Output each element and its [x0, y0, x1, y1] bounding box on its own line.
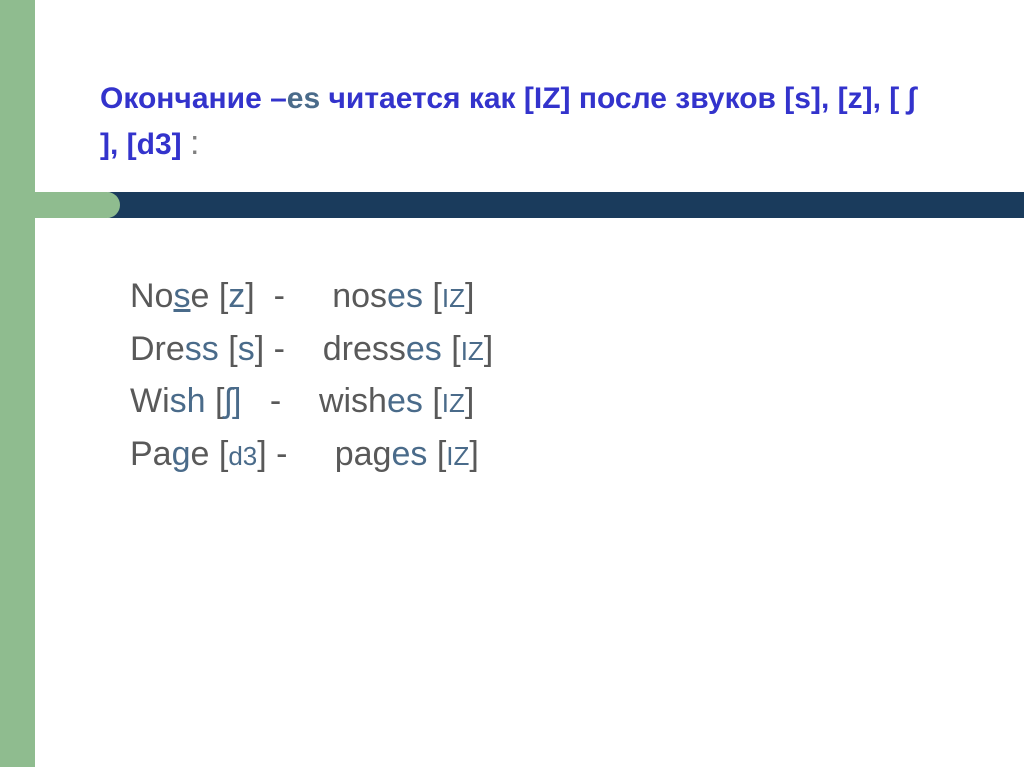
word-highlight: g [172, 435, 191, 473]
sound: s [238, 330, 255, 368]
plural-sound-open: [ [423, 277, 442, 315]
title-es: es [287, 82, 320, 115]
plural-sound: IZ [461, 336, 484, 366]
word-pre: Wi [130, 382, 170, 420]
sound-open: [ [209, 277, 228, 315]
word-highlight: s [173, 277, 190, 315]
title-dash: – [270, 82, 287, 115]
word-post: e [190, 277, 209, 315]
plural-suffix: es [387, 277, 423, 315]
plural-sound-close: ] [465, 382, 474, 420]
content-body: Nose [z] - noses [IZ] Dress [s] - dresse… [130, 270, 493, 481]
slide-title: Окончание –es читается как [IZ] после зв… [100, 78, 940, 168]
word-pre: Pa [130, 435, 172, 473]
plural-suffix: es [391, 435, 427, 473]
plural-pre: dress [323, 330, 406, 368]
example-row: Nose [z] - noses [IZ] [130, 270, 493, 323]
sound-close: ] [255, 330, 264, 368]
sound: ʃ] [224, 382, 241, 420]
example-row: Wish [ʃ] - wishes [IZ] [130, 375, 493, 428]
accent-bar-green [0, 192, 120, 218]
plural-sound-close: ] [465, 277, 474, 315]
separator: - [264, 330, 323, 368]
plural-sound: IZ [446, 441, 469, 471]
word-pre: No [130, 277, 173, 315]
word-highlight: ss [185, 330, 219, 368]
plural-pre: pag [335, 435, 392, 473]
word-highlight: sh [170, 382, 206, 420]
plural-sound: IZ [442, 388, 465, 418]
sound-close: ] [257, 435, 266, 473]
separator: - [267, 435, 335, 473]
plural-pre: nos [332, 277, 387, 315]
separator: - [255, 277, 332, 315]
plural-suffix: es [387, 382, 423, 420]
sidebar-accent [0, 0, 35, 767]
sound-open: [ [219, 330, 238, 368]
title-part1: Окончание [100, 82, 270, 115]
word-post: e [191, 435, 210, 473]
plural-pre: wish [319, 382, 387, 420]
title-colon: : [190, 124, 199, 162]
word-pre: Dre [130, 330, 185, 368]
plural-sound-open: [ [423, 382, 442, 420]
sound: z [228, 277, 245, 315]
accent-bar [0, 192, 1024, 218]
sound: d3 [228, 441, 257, 471]
plural-sound: IZ [442, 283, 465, 313]
accent-bar-navy [98, 192, 1024, 218]
plural-sound-close: ] [469, 435, 478, 473]
separator: - [241, 382, 318, 420]
sound-open: [ [209, 435, 228, 473]
plural-sound-open: [ [427, 435, 446, 473]
example-row: Dress [s] - dresses [IZ] [130, 323, 493, 376]
plural-suffix: es [406, 330, 442, 368]
plural-sound-close: ] [484, 330, 493, 368]
sound-open: [ [206, 382, 225, 420]
example-row: Page [d3] - pages [IZ] [130, 428, 493, 481]
slide: Окончание –es читается как [IZ] после зв… [0, 0, 1024, 767]
sound-close: ] [245, 277, 254, 315]
plural-sound-open: [ [442, 330, 461, 368]
